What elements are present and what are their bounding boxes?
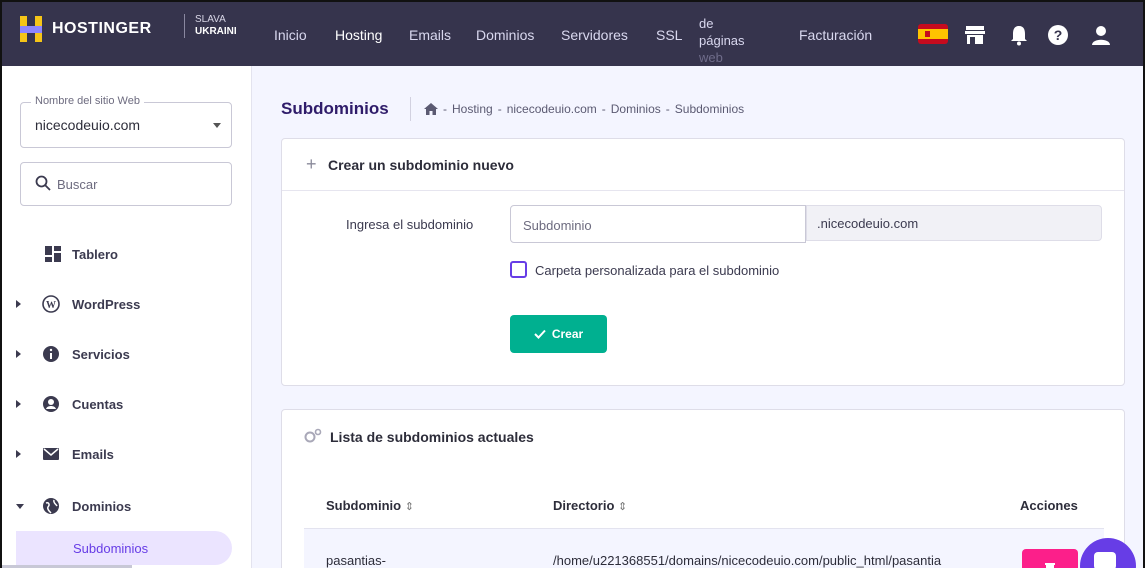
subdomain-placeholder: Subdominio: [523, 218, 592, 233]
custom-folder-label[interactable]: Carpeta personalizada para el subdominio: [535, 263, 779, 278]
subdomain-list-title: Lista de subdominios actuales: [330, 429, 534, 445]
globe-icon: [43, 498, 59, 514]
search-placeholder: Buscar: [57, 177, 98, 192]
breadcrumb: - Hosting - nicecodeuio.com - Dominios -…: [424, 102, 744, 116]
dashboard-icon: [45, 246, 61, 262]
site-select[interactable]: Nombre del sitio Web nicecodeuio.com: [20, 95, 232, 148]
sidebar-item-cuentas[interactable]: Cuentas: [2, 384, 252, 424]
nav-emails[interactable]: Emails: [409, 27, 451, 43]
bell-icon[interactable]: [1009, 24, 1029, 46]
sidebar-item-servicios[interactable]: Servicios: [2, 334, 252, 374]
nav-servidores[interactable]: Servidores: [561, 27, 628, 43]
chevron-right-icon: [16, 400, 21, 408]
sidebar-item-wordpress[interactable]: W WordPress: [2, 284, 252, 324]
breadcrumb-hosting[interactable]: Hosting: [452, 102, 493, 116]
custom-folder-checkbox[interactable]: [510, 261, 527, 278]
site-select-label: Nombre del sitio Web: [31, 95, 144, 107]
row-subdomain: pasantias-: [326, 553, 386, 568]
subdomain-input[interactable]: Subdominio: [510, 205, 806, 243]
title-divider: [410, 97, 411, 121]
nav-paginas-web[interactable]: de páginas web: [699, 15, 745, 66]
help-icon[interactable]: ?: [1047, 24, 1069, 46]
nav-hosting[interactable]: Hosting: [335, 27, 382, 43]
trash-icon: [1045, 563, 1055, 568]
delete-button[interactable]: [1022, 549, 1078, 568]
top-navbar: HOSTINGER SLAVA UKRAINI Inicio Hosting E…: [0, 0, 1145, 66]
chevron-right-icon: [16, 300, 21, 308]
column-acciones: Acciones: [1020, 498, 1078, 513]
plus-icon: +: [306, 154, 317, 174]
sort-icon: ⇕: [404, 501, 414, 513]
create-subdomain-header[interactable]: + Crear un subdominio nuevo: [282, 139, 1124, 191]
create-subdomain-title: Crear un subdominio nuevo: [328, 157, 514, 173]
nav-dominios[interactable]: Dominios: [476, 27, 534, 43]
sidebar: Nombre del sitio Web nicecodeuio.com Bus…: [0, 66, 252, 568]
check-icon: [534, 329, 546, 339]
sidebar-item-tablero[interactable]: Tablero: [2, 234, 252, 274]
brand-name: HOSTINGER: [52, 20, 152, 37]
svg-text:?: ?: [1054, 27, 1063, 43]
breadcrumb-site[interactable]: nicecodeuio.com: [507, 102, 597, 116]
slava-ukraini-badge: SLAVA UKRAINI: [184, 14, 237, 38]
chevron-down-icon: [213, 123, 221, 128]
info-icon: [43, 346, 59, 362]
column-directorio[interactable]: Directorio ⇕: [553, 498, 627, 513]
chevron-right-icon: [16, 350, 21, 358]
svg-text:W: W: [46, 300, 56, 311]
subdomain-list-card: Lista de subdominios actuales Subdominio…: [281, 409, 1125, 568]
nav-ssl[interactable]: SSL: [656, 27, 682, 43]
site-select-value: nicecodeuio.com: [35, 117, 141, 133]
column-subdominio[interactable]: Subdominio ⇕: [326, 498, 414, 513]
sidebar-item-subdominios[interactable]: Subdominios: [16, 531, 232, 565]
create-subdomain-card: + Crear un subdominio nuevo Ingresa el s…: [281, 138, 1125, 386]
table-row: pasantias- /home/u221368551/domains/nice…: [304, 528, 1104, 568]
home-icon[interactable]: [424, 103, 438, 115]
nav-facturacion[interactable]: Facturación: [799, 27, 872, 43]
hostinger-logo[interactable]: HOSTINGER: [20, 16, 152, 42]
sidebar-item-emails[interactable]: Emails: [2, 434, 252, 474]
breadcrumb-dominios[interactable]: Dominios: [611, 102, 661, 116]
chevron-down-icon: [16, 503, 24, 509]
sidebar-search-input[interactable]: Buscar: [20, 162, 232, 206]
mail-icon: [43, 448, 59, 460]
crear-button[interactable]: Crear: [510, 315, 607, 353]
nav-inicio[interactable]: Inicio: [274, 27, 307, 43]
search-icon: [35, 175, 51, 191]
gears-icon: [304, 428, 322, 443]
hostinger-logo-icon: [20, 16, 42, 42]
domain-suffix: .nicecodeuio.com: [806, 205, 1102, 241]
sidebar-item-dominios[interactable]: Dominios: [2, 486, 252, 526]
account-icon: [43, 396, 59, 412]
subdomain-field-label: Ingresa el subdominio: [346, 217, 474, 232]
page-title: Subdominios: [281, 99, 389, 118]
row-directory: /home/u221368551/domains/nicecodeuio.com…: [553, 553, 942, 568]
spain-flag-icon[interactable]: [918, 24, 948, 44]
wordpress-icon: W: [42, 295, 60, 313]
store-icon[interactable]: [964, 24, 986, 46]
chevron-right-icon: [16, 450, 21, 458]
user-icon[interactable]: [1090, 24, 1112, 46]
breadcrumb-subdominios: Subdominios: [674, 102, 745, 116]
sort-icon: ⇕: [618, 501, 628, 513]
